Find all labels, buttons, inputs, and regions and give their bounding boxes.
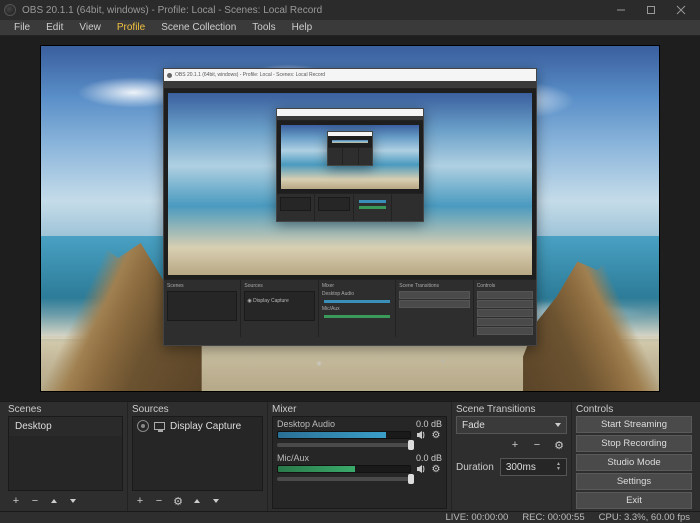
transitions-header: Scene Transitions (456, 404, 567, 416)
sources-header: Sources (132, 404, 263, 416)
sources-remove-button[interactable]: − (151, 494, 167, 508)
preview-canvas[interactable]: OBS 20.1.1 (64bit, windows) - Profile: L… (41, 46, 659, 391)
status-live: LIVE: 00:00:00 (445, 512, 508, 523)
sources-move-up-button[interactable] (189, 494, 205, 508)
scenes-add-button[interactable]: + (8, 494, 24, 508)
scenes-remove-button[interactable]: − (27, 494, 43, 508)
scenes-list[interactable]: Desktop (8, 416, 123, 491)
preview-area: OBS 20.1.1 (64bit, windows) - Profile: L… (0, 36, 700, 401)
controls-header: Controls (576, 404, 692, 416)
mixer-channel-name: Mic/Aux (277, 453, 309, 463)
settings-button[interactable]: Settings (576, 473, 692, 490)
sources-list[interactable]: Display Capture (132, 416, 263, 491)
menubar: File Edit View Profile Scene Collection … (0, 20, 700, 36)
menu-help[interactable]: Help (284, 20, 321, 35)
statusbar: LIVE: 00:00:00 REC: 00:00:55 CPU: 3.3%, … (0, 511, 700, 523)
menu-edit[interactable]: Edit (38, 20, 71, 35)
window-title: OBS 20.1.1 (64bit, windows) - Profile: L… (22, 5, 322, 16)
docks: Scenes Desktop + − Sources Display Captu… (0, 401, 700, 511)
start-streaming-button[interactable]: Start Streaming (576, 416, 692, 433)
exit-button[interactable]: Exit (576, 492, 692, 509)
scenes-move-down-button[interactable] (65, 494, 81, 508)
source-label: Display Capture (170, 421, 241, 432)
transition-duration-label: Duration (456, 462, 494, 473)
titlebar: OBS 20.1.1 (64bit, windows) - Profile: L… (0, 0, 700, 20)
transition-selected: Fade (462, 420, 485, 431)
scenes-header: Scenes (8, 404, 123, 416)
transition-select[interactable]: Fade (456, 416, 567, 434)
menu-scene-collection[interactable]: Scene Collection (153, 20, 244, 35)
transition-remove-button[interactable]: − (529, 438, 545, 452)
scene-item-desktop[interactable]: Desktop (9, 417, 122, 436)
dock-controls: Controls Start Streaming Stop Recording … (572, 402, 696, 511)
mixer-channel-db: 0.0 dB (416, 453, 442, 463)
display-capture-icon (154, 422, 165, 430)
mixer-channel-name: Desktop Audio (277, 419, 335, 429)
menu-tools[interactable]: Tools (244, 20, 283, 35)
mixer-channel-db: 0.0 dB (416, 419, 442, 429)
mixer-mute-icon[interactable] (415, 429, 427, 441)
mixer-settings-icon[interactable]: ⚙ (430, 429, 442, 441)
status-rec: REC: 00:00:55 (522, 512, 584, 523)
mixer-settings-icon[interactable]: ⚙ (430, 463, 442, 475)
stop-recording-button[interactable]: Stop Recording (576, 435, 692, 452)
spinbox-arrows-icon[interactable]: ▲▼ (556, 462, 561, 472)
mixer-meter (277, 465, 411, 473)
source-item-display-capture[interactable]: Display Capture (133, 417, 262, 435)
dock-scenes: Scenes Desktop + − (4, 402, 128, 511)
mixer-body: Desktop Audio 0.0 dB ⚙ Mic/Aux (272, 416, 447, 509)
mixer-volume-slider[interactable] (277, 477, 414, 481)
visibility-toggle-icon[interactable] (137, 420, 149, 432)
menu-file[interactable]: File (6, 20, 38, 35)
sources-add-button[interactable]: + (132, 494, 148, 508)
transition-duration-spinbox[interactable]: 300ms ▲▼ (500, 458, 567, 476)
chevron-down-icon (555, 423, 561, 427)
close-button[interactable] (666, 0, 696, 20)
transition-duration-value: 300ms (506, 462, 536, 473)
app-logo-icon (4, 4, 16, 16)
mixer-channel-desktop-audio: Desktop Audio 0.0 dB ⚙ (273, 417, 446, 451)
mixer-channel-mic-aux: Mic/Aux 0.0 dB ⚙ (273, 451, 446, 485)
recursive-preview-window: OBS 20.1.1 (64bit, windows) - Profile: L… (163, 68, 537, 346)
menu-profile[interactable]: Profile (109, 20, 153, 35)
mixer-volume-slider[interactable] (277, 443, 414, 447)
sources-move-down-button[interactable] (208, 494, 224, 508)
transition-add-button[interactable]: + (507, 438, 523, 452)
sources-properties-button[interactable]: ⚙ (170, 494, 186, 508)
menu-view[interactable]: View (71, 20, 109, 35)
mixer-mute-icon[interactable] (415, 463, 427, 475)
dock-sources: Sources Display Capture + − ⚙ (128, 402, 268, 511)
scenes-move-up-button[interactable] (46, 494, 62, 508)
studio-mode-button[interactable]: Studio Mode (576, 454, 692, 471)
dock-transitions: Scene Transitions Fade + − ⚙ Duration 30… (452, 402, 572, 511)
dock-mixer: Mixer Desktop Audio 0.0 dB ⚙ (268, 402, 452, 511)
mixer-header: Mixer (272, 404, 447, 416)
maximize-button[interactable] (636, 0, 666, 20)
minimize-button[interactable] (606, 0, 636, 20)
transition-properties-button[interactable]: ⚙ (551, 438, 567, 452)
mixer-meter (277, 431, 411, 439)
status-cpu: CPU: 3.3%, 60.00 fps (599, 512, 690, 523)
